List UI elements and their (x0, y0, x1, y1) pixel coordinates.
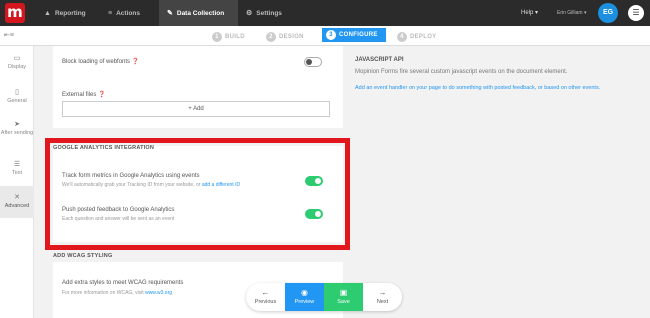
step-number: 2 (266, 32, 276, 42)
eye-icon: ◉ (301, 288, 308, 297)
step-label: CONFIGURE (339, 32, 378, 38)
step-number: 4 (397, 32, 407, 42)
highlight-box (45, 138, 350, 250)
arrow-left-icon: ← (261, 288, 270, 297)
previous-button[interactable]: ← Previous (246, 283, 285, 311)
sidebar-item-general[interactable]: ▯ General (0, 88, 34, 104)
wrench-icon: ✎ (167, 10, 173, 17)
help-menu[interactable]: Help ▾ (521, 9, 538, 16)
step-design[interactable]: 2 DESIGN (266, 30, 304, 44)
step-number: 3 (326, 30, 336, 40)
nav-settings[interactable]: ⚙ Settings (246, 0, 282, 26)
step-label: DESIGN (279, 34, 304, 40)
step-label: DEPLOY (410, 34, 437, 40)
top-navbar: m ▲ Reporting ≡ Actions ✎ Data Collectio… (0, 0, 650, 26)
step-deploy[interactable]: 4 DEPLOY (397, 30, 436, 44)
nav-label: Reporting (54, 9, 86, 17)
nav-label: Data Collection (176, 9, 225, 17)
actions-icon: ≡ (108, 9, 113, 17)
avatar[interactable]: EG (598, 3, 618, 23)
nav-reporting[interactable]: ▲ Reporting (44, 0, 86, 26)
wcag-label: Add extra styles to meet WCAG requiremen… (62, 280, 184, 286)
user-menu[interactable]: Erin Gilliam ▾ (557, 10, 586, 16)
logo[interactable]: m (0, 0, 34, 26)
nav-label: Settings (256, 9, 282, 17)
nav-label: Actions (116, 9, 140, 17)
external-files-label: External files ❓ (62, 92, 106, 98)
save-icon: ▣ (339, 288, 348, 297)
document-icon: ▯ (15, 89, 19, 96)
wcag-section-title: ADD WCAG STYLING (53, 253, 113, 259)
block-webfonts-label: Block loading of webfonts ❓ (62, 59, 140, 65)
event-handler-link[interactable]: Add an event handler on your page to do … (355, 85, 600, 91)
button-label: Previous (254, 299, 277, 305)
sidebar-item-advanced[interactable]: ✕ Advanced (0, 186, 34, 218)
step-label: BUILD (225, 34, 245, 40)
button-label: Save (337, 299, 350, 305)
step-build[interactable]: 1 BUILD (212, 30, 245, 44)
tools-icon: ✕ (14, 194, 20, 201)
save-button[interactable]: ▣ Save (324, 283, 363, 311)
collapse-sidebar-icon[interactable]: ⇤≡ (4, 31, 14, 39)
javascript-api-text: Mopinion Forms fire several custom javas… (355, 69, 568, 75)
preview-button[interactable]: ◉ Preview (285, 283, 324, 311)
sidebar-item-label: Advanced (4, 203, 30, 209)
sidebar-item-label: Display (7, 64, 27, 70)
text-icon: ☰ (13, 161, 21, 168)
add-external-file-button[interactable]: + Add (62, 101, 330, 117)
mopinion-logo-icon: m (5, 3, 25, 23)
nav-actions[interactable]: ≡ Actions (108, 0, 140, 26)
wcag-description: For more information on WCAG, visit www.… (62, 290, 173, 296)
help-icon: ❓ (98, 92, 106, 98)
left-sidebar: ▭ Display ▯ General ➤ After sending ☰ Te… (0, 46, 34, 318)
next-button[interactable]: → Next (363, 283, 402, 311)
step-number: 1 (212, 32, 222, 42)
sidebar-item-display[interactable]: ▭ Display (0, 54, 34, 70)
sidebar-item-label: After sending (0, 130, 34, 136)
sidebar-item-label: General (7, 98, 27, 104)
sidebar-item-label: Text (11, 170, 23, 176)
arrow-right-icon: → (378, 288, 387, 297)
chart-icon: ▲ (44, 9, 51, 17)
sidebar-item-text[interactable]: ☰ Text (0, 160, 34, 176)
block-webfonts-toggle[interactable] (304, 57, 322, 67)
javascript-api-heading: JAVASCRIPT API (355, 57, 404, 63)
monitor-icon: ▭ (13, 55, 21, 62)
step-configure[interactable]: 3 CONFIGURE (322, 28, 386, 42)
send-icon: ➤ (14, 121, 20, 128)
w3-link[interactable]: www.w3.org (145, 290, 172, 296)
gear-icon: ⚙ (246, 10, 253, 17)
action-bar: ← Previous ◉ Preview ▣ Save → Next (246, 283, 402, 311)
button-label: Next (376, 299, 389, 305)
sidebar-item-after-sending[interactable]: ➤ After sending (0, 120, 34, 136)
settings-sliders-icon[interactable]: ☰ (628, 5, 644, 21)
button-label: Preview (294, 299, 315, 305)
help-icon: ❓ (131, 59, 140, 65)
nav-data-collection[interactable]: ✎ Data Collection (159, 0, 239, 26)
